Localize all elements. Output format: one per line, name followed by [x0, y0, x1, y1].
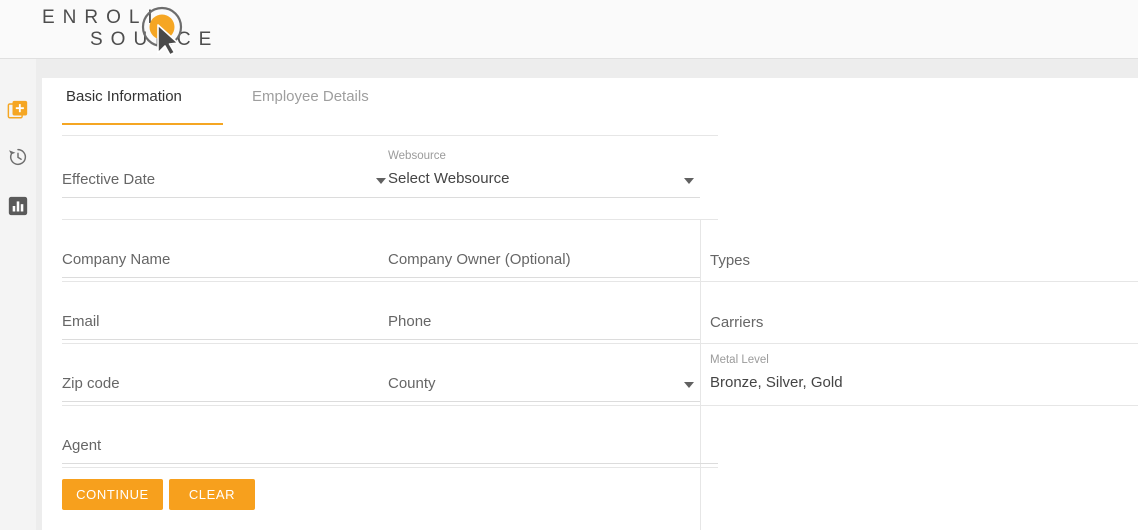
form-card: Basic Information Employee Details Effec… — [42, 78, 1138, 530]
phone-label: Phone — [388, 313, 432, 330]
target-cursor-icon — [141, 6, 183, 56]
zip-code-label: Zip code — [62, 375, 120, 392]
row-divider-5 — [62, 467, 718, 468]
row-divider-2 — [62, 281, 1138, 282]
tab-employee-details[interactable]: Employee Details — [248, 88, 373, 126]
chevron-down-icon[interactable] — [684, 178, 694, 184]
carriers-label: Carriers — [710, 314, 764, 331]
metal-level-value: Bronze, Silver, Gold — [710, 374, 843, 391]
tab-bar-divider — [62, 135, 718, 136]
email-underline — [62, 339, 392, 340]
zip-code-underline — [62, 401, 392, 402]
clear-button[interactable]: CLEAR — [169, 479, 255, 510]
history-icon[interactable] — [7, 146, 29, 168]
chevron-down-icon[interactable] — [376, 178, 386, 184]
left-rail — [0, 59, 36, 530]
row-divider-3 — [62, 343, 1138, 344]
add-document-icon[interactable] — [7, 99, 29, 121]
county-underline — [388, 401, 700, 402]
websource-value: Select Websource — [388, 170, 510, 187]
company-name-label: Company Name — [62, 251, 171, 268]
row-divider-1 — [62, 219, 718, 220]
tab-basic-information[interactable]: Basic Information — [62, 88, 186, 126]
phone-underline — [388, 339, 700, 340]
company-name-underline — [62, 277, 392, 278]
websource-float-label: Websource — [388, 150, 446, 162]
bar-chart-icon[interactable] — [7, 195, 29, 217]
effective-date-label: Effective Date — [62, 171, 156, 188]
agent-label: Agent — [62, 437, 102, 454]
brand-logo[interactable]: ENROLL SOURCE — [38, 2, 268, 58]
effective-date-underline — [62, 197, 392, 198]
tab-active-indicator — [62, 123, 223, 125]
metal-level-float-label: Metal Level — [710, 354, 769, 366]
county-label: County — [388, 375, 436, 392]
company-owner-underline — [388, 277, 700, 278]
websource-underline — [388, 197, 700, 198]
company-owner-label: Company Owner (Optional) — [388, 251, 571, 268]
row-divider-4 — [62, 405, 1138, 406]
app-header: ENROLL SOURCE — [0, 0, 1138, 59]
chevron-down-icon[interactable] — [684, 382, 694, 388]
tab-bar: Basic Information Employee Details — [42, 78, 1138, 136]
email-label: Email — [62, 313, 100, 330]
column-divider — [700, 219, 701, 530]
continue-button[interactable]: CONTINUE — [62, 479, 163, 510]
types-label: Types — [710, 252, 751, 269]
agent-underline — [62, 463, 718, 464]
